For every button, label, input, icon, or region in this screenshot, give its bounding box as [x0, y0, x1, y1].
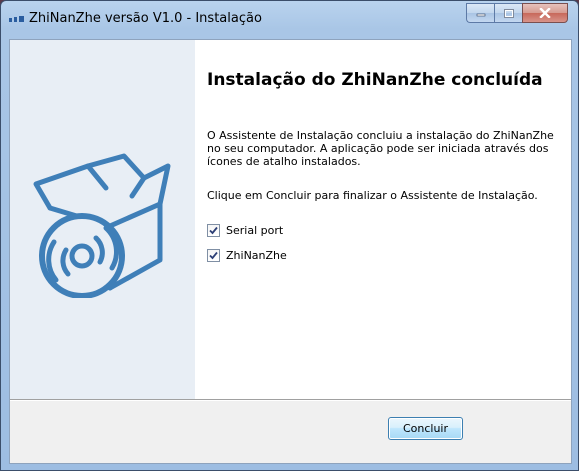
zhinanzhe-label: ZhiNanZhe [226, 248, 287, 262]
serial-port-checkbox[interactable] [207, 223, 220, 237]
finish-instruction: Clique em Concluir para finalizar o Assi… [207, 189, 538, 202]
option-serial-port[interactable]: Serial port [207, 222, 283, 238]
installer-window: ZhiNanZhe versão V1.0 - Instalação Insta… [0, 0, 579, 471]
title-bar[interactable]: ZhiNanZhe versão V1.0 - Instalação [1, 1, 578, 39]
completion-message: O Assistente de Instalação concluiu a in… [207, 129, 554, 168]
zhinanzhe-checkbox[interactable] [207, 248, 220, 262]
checkmark-icon [209, 251, 218, 259]
close-icon [539, 8, 551, 18]
maximize-icon [503, 8, 514, 18]
window-title: ZhiNanZhe versão V1.0 - Instalação [29, 11, 262, 26]
footer-divider [10, 399, 571, 401]
maximize-button[interactable] [494, 3, 522, 23]
option-zhinanzhe[interactable]: ZhiNanZhe [207, 247, 287, 263]
page-title: Instalação do ZhiNanZhe concluída [207, 70, 543, 90]
minimize-icon [476, 13, 485, 17]
wizard-main-panel: Instalação do ZhiNanZhe concluída O Assi… [195, 40, 571, 399]
finish-button[interactable]: Concluir [388, 417, 463, 440]
checkmark-icon [209, 226, 218, 234]
close-button[interactable] [522, 3, 568, 23]
minimize-button[interactable] [466, 3, 494, 23]
wizard-side-panel [10, 40, 195, 399]
software-box-disc-icon [33, 153, 171, 298]
installer-app-icon [9, 16, 24, 22]
serial-port-label: Serial port [226, 223, 284, 237]
window-controls [466, 3, 568, 29]
wizard-client-area: Instalação do ZhiNanZhe concluída O Assi… [9, 39, 572, 464]
